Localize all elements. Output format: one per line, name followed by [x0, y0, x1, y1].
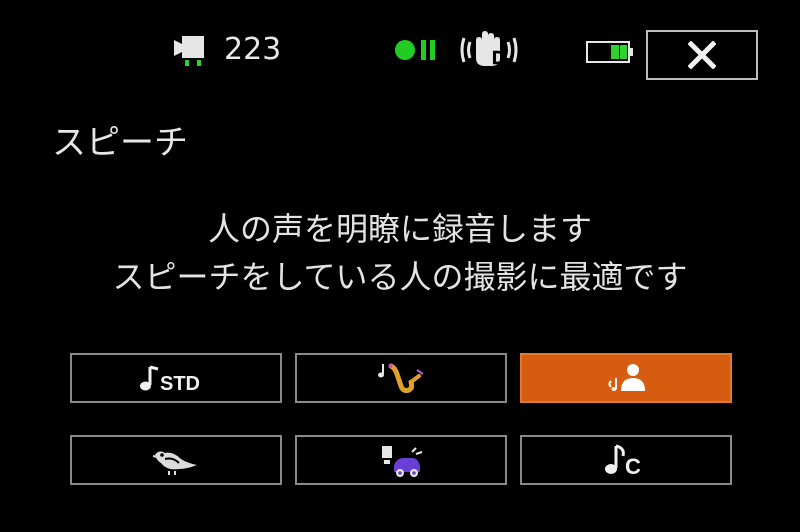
- shots-remaining: 223: [224, 32, 282, 67]
- battery-icon: [586, 41, 633, 63]
- music-note-std-icon: STD: [140, 365, 200, 395]
- description-line-2: スピーチをしている人の撮影に最適です: [112, 258, 688, 296]
- dynamic-image-stabilizer-icon: D: [460, 31, 518, 68]
- mode-title: スピーチ: [52, 123, 188, 163]
- option-forest-birds-button[interactable]: [70, 435, 282, 485]
- std-text: STD: [160, 373, 200, 395]
- noise-suppression-icon: [382, 446, 423, 477]
- option-standard-button[interactable]: STD: [70, 353, 282, 403]
- description-line-1: 人の声を明瞭に録音します: [207, 210, 592, 248]
- option-custom-button[interactable]: C: [520, 435, 732, 485]
- svg-text:D: D: [492, 48, 505, 68]
- custom-c-text: C: [625, 454, 641, 478]
- close-icon: [688, 41, 716, 69]
- option-music-button[interactable]: [295, 353, 507, 403]
- movie-camera-icon: [174, 36, 204, 66]
- music-note-c-icon: C: [605, 444, 641, 478]
- saxophone-icon: [378, 363, 424, 393]
- speech-person-icon: [608, 364, 645, 391]
- close-button[interactable]: [646, 30, 758, 80]
- bird-icon: [152, 451, 197, 475]
- option-noise-suppression-button[interactable]: [295, 435, 507, 485]
- record-pause-icon: [395, 40, 435, 60]
- option-speech-button[interactable]: [520, 353, 732, 403]
